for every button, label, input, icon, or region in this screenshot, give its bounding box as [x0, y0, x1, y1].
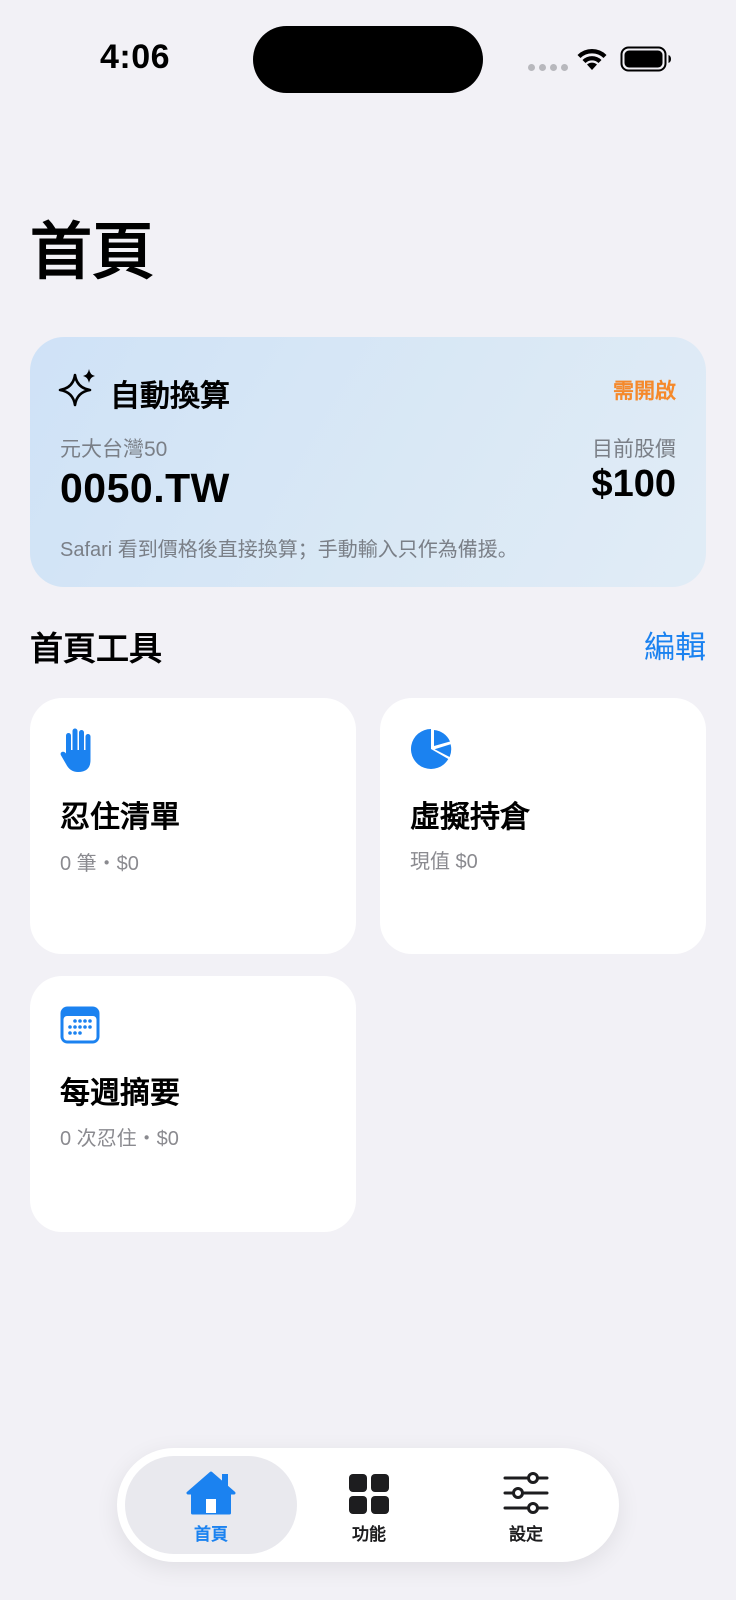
virtual-portfolio-subtitle: 現值 $0	[410, 851, 478, 873]
current-price-label: 目前股價	[592, 438, 676, 461]
calendar-icon	[60, 1006, 100, 1044]
tab-home-label: 首頁	[194, 1525, 228, 1544]
tab-settings-label: 設定	[509, 1525, 543, 1544]
tab-settings[interactable]: 設定	[451, 1470, 601, 1545]
sliders-icon	[503, 1472, 549, 1514]
tab-features-label: 功能	[352, 1525, 386, 1544]
weekly-summary-card[interactable]: 每週摘要 0 次忍住・$0	[30, 976, 356, 1232]
hold-list-card[interactable]: 忍住清單 0 筆・$0	[30, 698, 356, 954]
weekly-summary-title: 每週摘要	[60, 1077, 180, 1110]
current-price-value: $100	[591, 463, 676, 505]
virtual-portfolio-card[interactable]: 虛擬持倉 現值 $0	[380, 698, 706, 954]
grid-icon	[349, 1474, 389, 1514]
hand-raised-icon	[60, 728, 91, 772]
dynamic-island	[253, 26, 483, 93]
hold-list-title: 忍住清單	[60, 801, 180, 834]
tab-home[interactable]: 首頁	[136, 1470, 286, 1545]
tab-features[interactable]: 功能	[294, 1470, 444, 1545]
auto-convert-note: Safari 看到價格後直接換算；手動輸入只作為備援。	[60, 539, 518, 561]
house-icon	[186, 1471, 236, 1515]
stock-code: 0050.TW	[60, 465, 230, 511]
status-bar: 4:06	[0, 0, 736, 120]
stock-name: 元大台灣50	[60, 438, 168, 461]
pie-chart-icon	[410, 729, 452, 769]
status-time: 4:06	[100, 38, 171, 76]
auto-convert-title: 自動換算	[110, 380, 230, 413]
needs-enable-badge[interactable]: 需開啟	[613, 375, 676, 405]
auto-convert-card[interactable]: 自動換算 需開啟 元大台灣50 目前股價 0050.TW $100 Safari…	[30, 337, 706, 587]
sparkles-icon	[58, 369, 95, 407]
home-tools-title: 首頁工具	[30, 630, 162, 667]
tab-bar: 首頁 功能 設定	[117, 1448, 619, 1562]
cellular-signal-icon	[528, 64, 568, 71]
edit-button[interactable]: 編輯	[644, 622, 706, 667]
page-title: 首頁	[30, 218, 155, 287]
wifi-icon	[577, 48, 607, 70]
hold-list-subtitle: 0 筆・$0	[60, 853, 139, 875]
weekly-summary-subtitle: 0 次忍住・$0	[60, 1128, 179, 1150]
battery-icon	[620, 46, 671, 72]
virtual-portfolio-title: 虛擬持倉	[410, 801, 530, 834]
